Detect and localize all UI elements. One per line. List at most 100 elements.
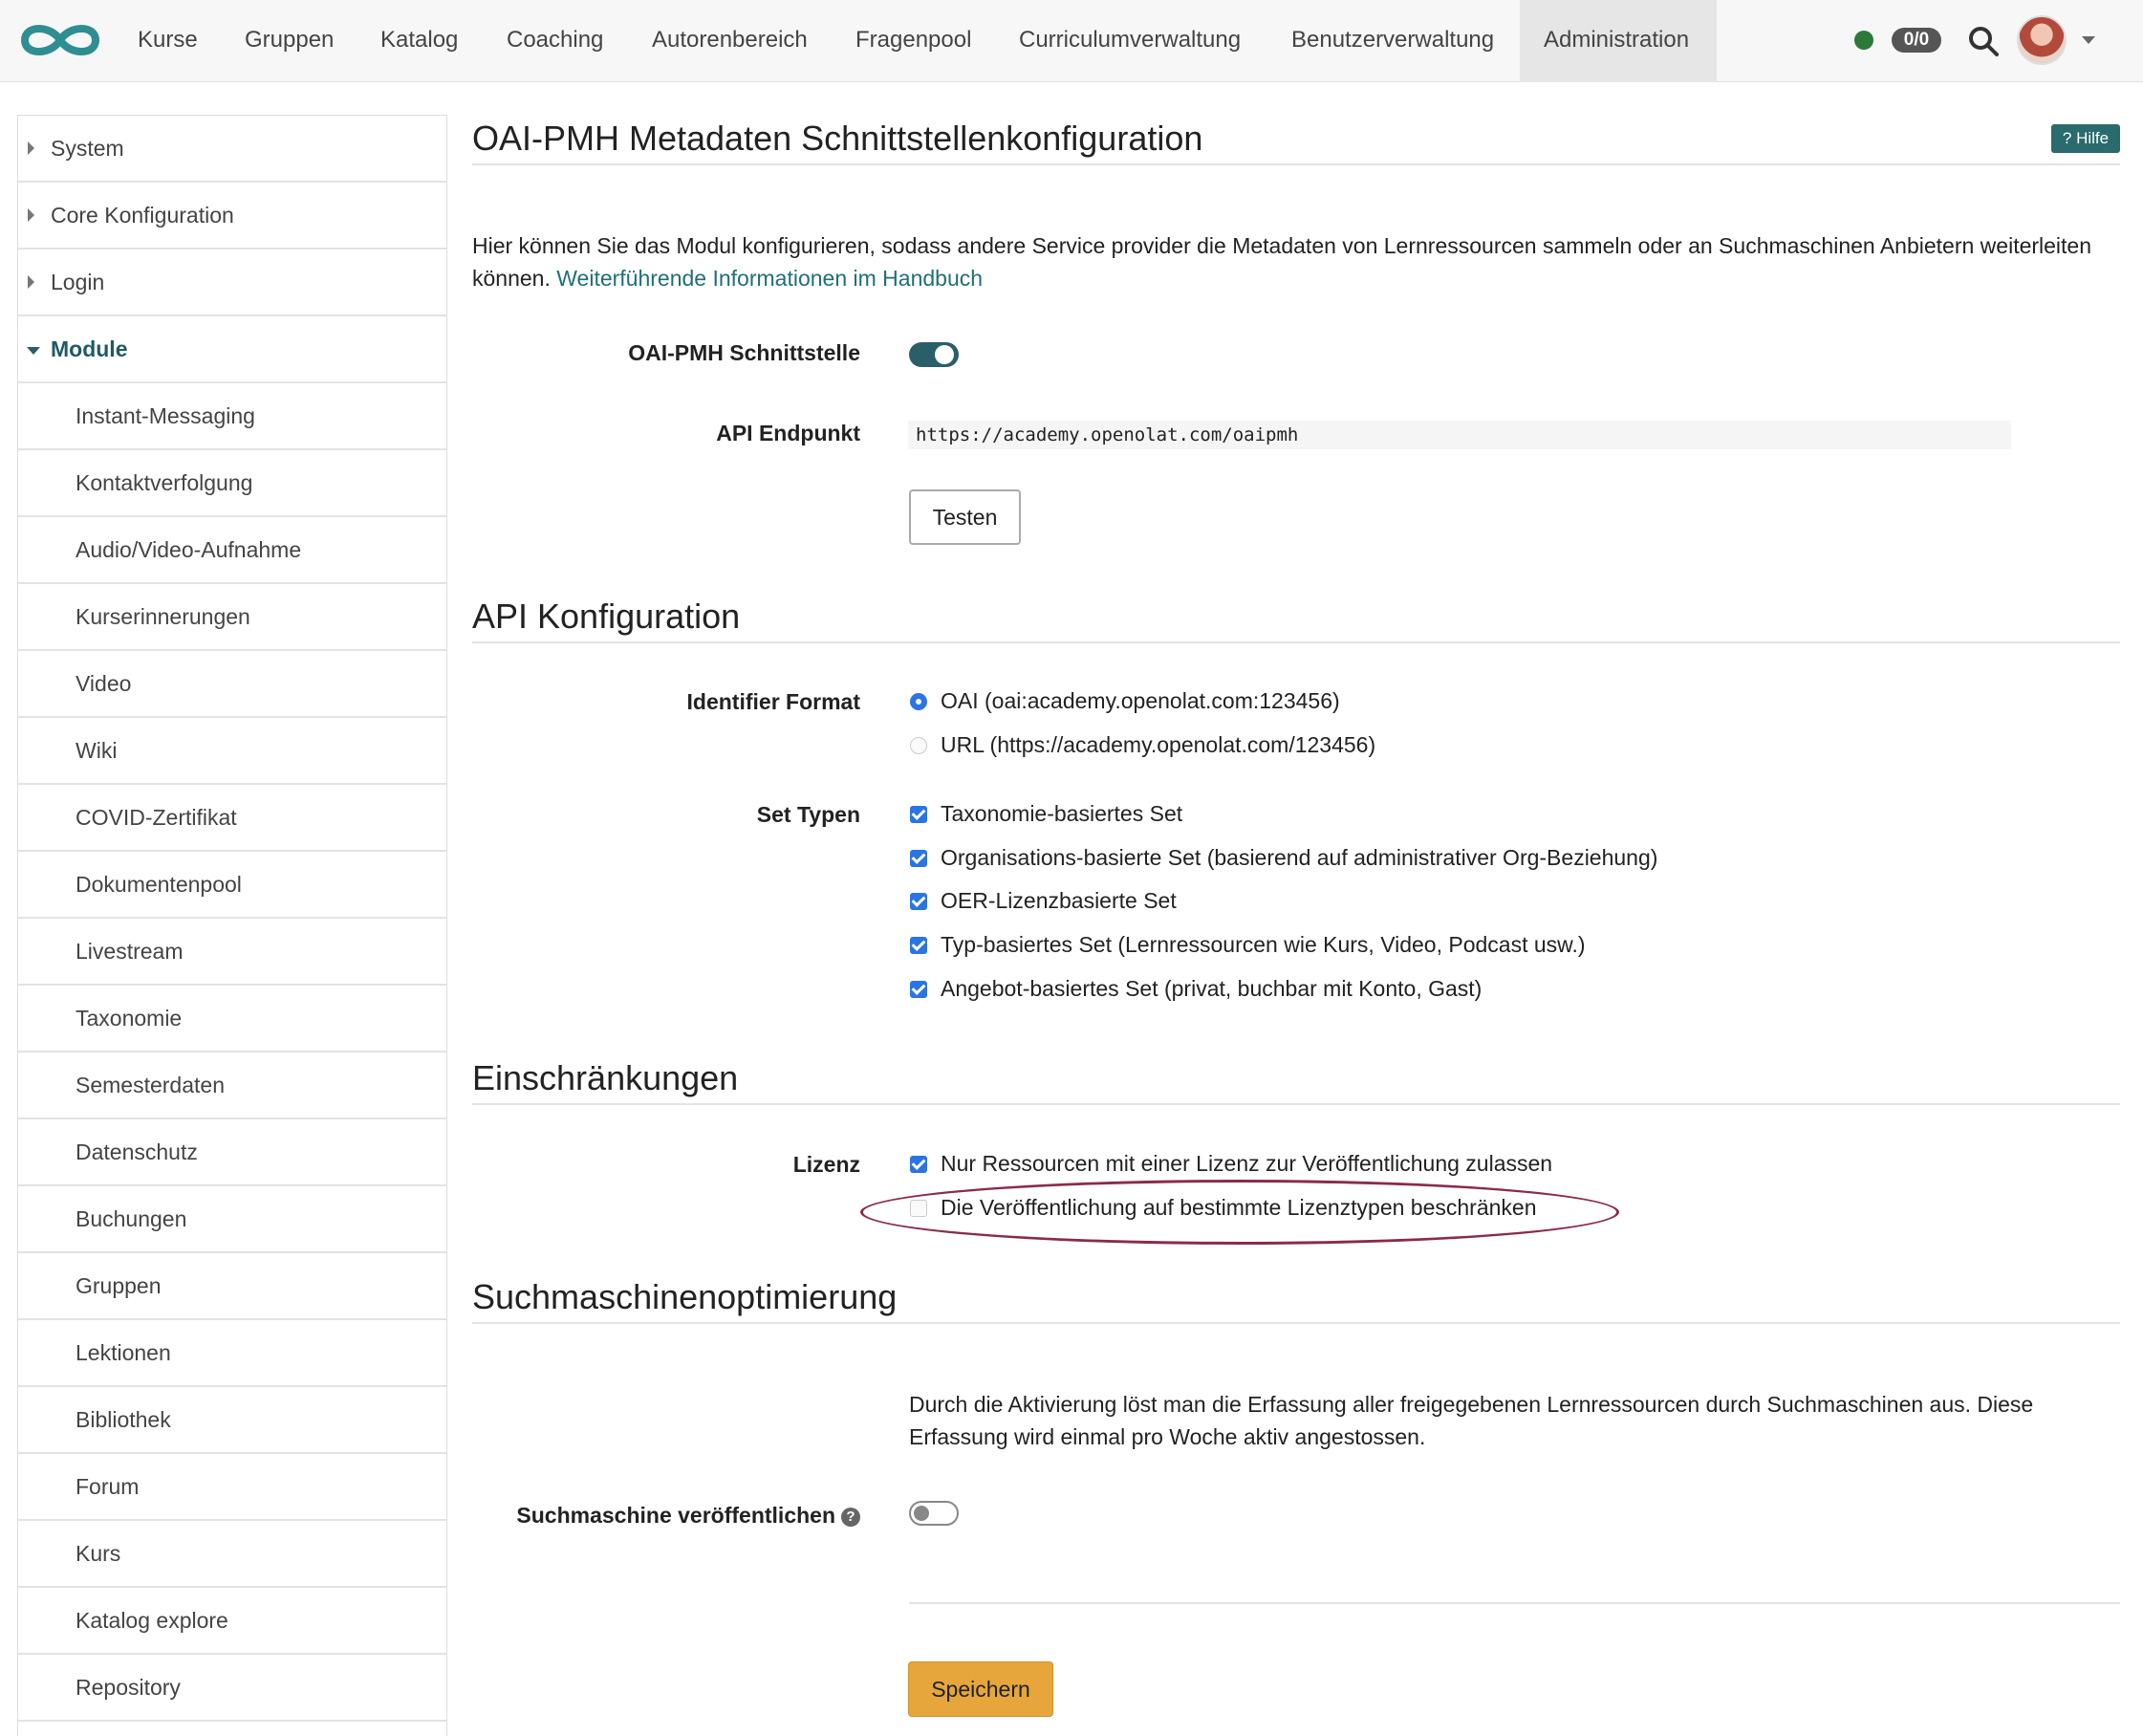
page-title: OAI-PMH Metadaten Schnittstellenkonfigur… xyxy=(472,119,1203,158)
sidebar-item[interactable]: Semesterdaten xyxy=(18,1052,446,1119)
sidebar-item-label: Lektionen xyxy=(76,1340,171,1365)
nav-fragenpool[interactable]: Fragenpool xyxy=(855,0,971,82)
sidebar-item[interactable]: System xyxy=(18,116,446,183)
notification-badge[interactable]: 0/0 xyxy=(1892,28,1941,53)
sidebar-item[interactable]: Kontaktverfolgung xyxy=(18,450,446,517)
sidebar-item[interactable]: Gruppen xyxy=(18,1253,446,1320)
sidebar-item-label: Katalog explore xyxy=(76,1608,228,1633)
openolat-logo-icon[interactable] xyxy=(17,17,103,63)
sidebar-item[interactable]: Taxonomie xyxy=(18,986,446,1052)
search-icon[interactable] xyxy=(1967,25,2000,57)
sidebar-item[interactable]: Kurserinnerungen xyxy=(18,584,446,651)
sidebar-item-label: Repository xyxy=(76,1675,181,1700)
oai-interface-label: OAI-PMH Schnittstelle xyxy=(628,340,860,365)
caret-down-icon xyxy=(27,347,40,355)
seo-heading: Suchmaschinenoptimierung xyxy=(472,1277,898,1316)
sidebar-item[interactable]: Dokumentenpool xyxy=(18,852,446,919)
nav-coaching[interactable]: Coaching xyxy=(507,0,603,82)
sidebar-item-label: Module xyxy=(51,336,128,361)
sidebar-item[interactable]: Forum xyxy=(18,1454,446,1521)
sidebar-item-label: Kontaktverfolgung xyxy=(76,470,253,495)
sidebar-item[interactable]: Kurs xyxy=(18,1521,446,1588)
sidebar-item-label: Livestream xyxy=(76,939,184,964)
sidebar-item-label: Video xyxy=(76,671,132,696)
sidebar-item-label: Kurs xyxy=(76,1541,121,1566)
sidebar-item-label: Forum xyxy=(76,1474,140,1499)
checkbox-checked[interactable] xyxy=(910,1156,927,1173)
nav-kurse[interactable]: Kurse xyxy=(138,0,198,82)
api-endpoint-value: https://academy.openolat.com/oaipmh xyxy=(908,421,2011,449)
sidebar-item-label: System xyxy=(51,136,124,161)
sidebar-item-label: Core Konfiguration xyxy=(51,203,234,228)
title-divider xyxy=(472,163,2120,165)
set-types-label: Set Typen xyxy=(756,802,860,827)
sidebar-item[interactable]: Core Konfiguration xyxy=(18,183,446,250)
intro-text: Hier können Sie das Modul konfigurieren,… xyxy=(472,233,2092,291)
sidebar-item[interactable]: Audio/Video-Aufnahme xyxy=(18,517,446,584)
sidebar-item[interactable]: Login xyxy=(18,250,446,316)
manual-link[interactable]: Weiterführende Informationen im Handbuch xyxy=(556,266,983,291)
search-engine-publish-toggle[interactable] xyxy=(909,1501,959,1526)
sidebar-item[interactable]: Livestream xyxy=(18,919,446,986)
sidebar-item-label: Bibliothek xyxy=(76,1407,171,1432)
nav-curriculumverwaltung[interactable]: Curriculumverwaltung xyxy=(1019,0,1241,82)
help-icon: ? xyxy=(2062,129,2072,147)
top-navbar: Kurse Gruppen Katalog Coaching Autorenbe… xyxy=(0,0,2143,82)
api-endpoint-label: API Endpunkt xyxy=(716,421,860,445)
nav-benutzerverwaltung[interactable]: Benutzerverwaltung xyxy=(1291,0,1494,82)
radio-unselected[interactable] xyxy=(910,737,927,754)
license-label: Lizenz xyxy=(792,1152,860,1177)
restrictions-heading: Einschränkungen xyxy=(472,1058,739,1097)
sidebar-item[interactable]: Buchungen xyxy=(18,1186,446,1253)
user-avatar[interactable] xyxy=(2017,15,2067,65)
sidebar-item[interactable]: Wiki xyxy=(18,718,446,785)
api-config-heading: API Konfiguration xyxy=(472,597,741,636)
sidebar-item-label: Instant-Messaging xyxy=(76,403,255,428)
sidebar-item[interactable]: Lektionen xyxy=(18,1320,446,1387)
nav-gruppen[interactable]: Gruppen xyxy=(245,0,334,82)
save-button[interactable]: Speichern xyxy=(908,1661,1053,1717)
sidebar-item-label: Semesterdaten xyxy=(76,1073,225,1097)
identifier-format-label: Identifier Format xyxy=(686,689,860,714)
test-button[interactable]: Testen xyxy=(909,489,1021,545)
checkbox-checked[interactable] xyxy=(910,893,927,910)
restrictions-divider xyxy=(472,1103,2120,1105)
api-config-divider xyxy=(472,641,2120,643)
checkbox-checked[interactable] xyxy=(910,806,927,823)
admin-sidebar: System Core Konfiguration Login Module Insta… xyxy=(17,115,447,1736)
nav-katalog[interactable]: Katalog xyxy=(380,0,458,82)
help-button[interactable]: ? Hilfe xyxy=(2051,124,2120,153)
sidebar-item-label: Buchungen xyxy=(76,1206,187,1231)
sidebar-item-label: Audio/Video-Aufnahme xyxy=(76,537,302,562)
sidebar-item[interactable]: Video xyxy=(18,651,446,718)
sidebar-item[interactable]: Repository xyxy=(18,1655,446,1722)
online-status-icon[interactable] xyxy=(1854,31,1873,50)
sidebar-item[interactable]: Module xyxy=(18,316,446,383)
nav-administration[interactable]: Administration xyxy=(1520,0,1717,82)
sidebar-item[interactable]: COVID-Zertifikat xyxy=(18,785,446,852)
user-menu-chevron-icon[interactable] xyxy=(2082,36,2095,44)
help-question-icon[interactable]: ? xyxy=(841,1507,860,1527)
sidebar-item[interactable]: Instant-Messaging xyxy=(18,383,446,450)
sidebar-item-label: Login xyxy=(51,270,105,294)
radio-selected[interactable] xyxy=(910,693,927,710)
sidebar-item[interactable]: Bibliothek xyxy=(18,1387,446,1454)
form-divider xyxy=(909,1602,2120,1604)
sidebar-item[interactable]: Datenschutz xyxy=(18,1119,446,1186)
sidebar-item[interactable]: Katalog explore xyxy=(18,1588,446,1655)
oai-interface-toggle[interactable] xyxy=(909,342,959,367)
sidebar-item-label: Dokumentenpool xyxy=(76,872,242,897)
highlight-annotation xyxy=(860,1180,1619,1245)
caret-right-icon xyxy=(28,141,34,155)
nav-autorenbereich[interactable]: Autorenbereich xyxy=(652,0,808,82)
search-engine-publish-label: Suchmaschine veröffentlichen? xyxy=(516,1503,860,1529)
sidebar-item-label: Kurserinnerungen xyxy=(76,604,250,629)
checkbox-checked[interactable] xyxy=(910,981,927,998)
sidebar-item-label: Gruppen xyxy=(76,1273,162,1298)
sidebar-item-label: Taxonomie xyxy=(76,1006,183,1031)
seo-description: Durch die Aktivierung löst man die Erfas… xyxy=(909,1392,2034,1449)
caret-right-icon xyxy=(28,275,34,289)
sidebar-item-label: Wiki xyxy=(76,738,118,763)
checkbox-checked[interactable] xyxy=(910,937,927,954)
checkbox-checked[interactable] xyxy=(910,850,927,867)
